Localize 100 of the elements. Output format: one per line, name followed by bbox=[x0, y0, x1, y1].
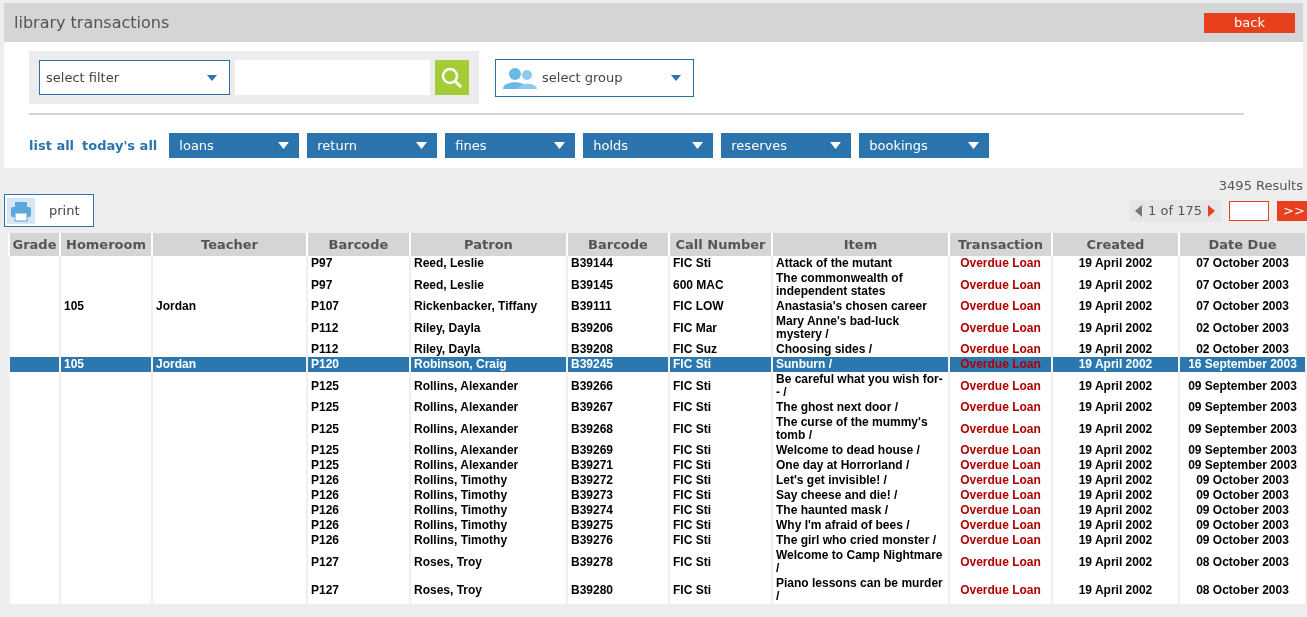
filter-link[interactable]: today's all bbox=[82, 135, 158, 156]
column-header[interactable]: Transaction bbox=[948, 233, 1051, 256]
table-row[interactable]: P126 Rollins, Timothy B39275 FIC Sti Why I'm afraid of bees / Overdue Loan 19 April 2002 09 October 2003 bbox=[8, 518, 1305, 533]
table-cell: B39111 bbox=[571, 299, 612, 313]
group-select[interactable]: select group bbox=[495, 59, 694, 97]
table-cell: B39145 bbox=[571, 277, 614, 292]
table-cell: Riley, Dayla bbox=[414, 342, 481, 356]
table-row[interactable]: P126 Rollins, Timothy B39272 FIC Sti Let's get invisible! / Overdue Loan 19 April 2002 09 October 2003 bbox=[8, 473, 1305, 488]
table-row[interactable]: P127 Roses, Troy B39280 FIC Sti Piano lessons can be murder / Overdue Loan 19 April 2002 08 October 2003 bbox=[8, 576, 1305, 604]
table-cell: 09 October 2003 bbox=[1196, 488, 1289, 502]
status-text: Overdue Loan bbox=[960, 342, 1041, 356]
page-title: library transactions bbox=[14, 11, 170, 34]
table-row[interactable]: P125 Rollins, Alexander B39266 FIC Sti Be careful what you wish for-- / Overdue Loan 19 April 2002 09 September 2003 bbox=[8, 372, 1305, 400]
table-cell: 19 April 2002 bbox=[1078, 443, 1153, 457]
table-cell: Rollins, Alexander bbox=[414, 443, 519, 457]
left-arrow-icon bbox=[1135, 204, 1143, 217]
table-cell: Piano lessons can be murder / bbox=[776, 576, 943, 603]
table-cell: 19 April 2002 bbox=[1078, 299, 1153, 313]
table-cell: 105 bbox=[64, 357, 85, 371]
table-cell: 09 October 2003 bbox=[1196, 503, 1289, 517]
table-row[interactable]: P125 Rollins, Alexander B39267 FIC Sti The ghost next door / Overdue Loan 19 April 2002 09 September 2003 bbox=[8, 400, 1305, 415]
table-cell: B39274 bbox=[571, 503, 614, 517]
column-header[interactable]: Teacher bbox=[151, 233, 306, 256]
page-number-field[interactable] bbox=[1229, 200, 1269, 221]
caret-icon bbox=[554, 142, 566, 149]
table-cell: B39273 bbox=[571, 488, 614, 502]
table-cell: Let's get invisible! / bbox=[776, 473, 887, 487]
table-row[interactable]: P126 Rollins, Timothy B39273 FIC Sti Say cheese and die! / Overdue Loan 19 April 2002 09 October 2003 bbox=[8, 488, 1305, 503]
table-row[interactable]: P97 Reed, Leslie B39145 600 MAC The commonwealth of independent states Overdue Loan 19 April 2002 07 October 2003 bbox=[8, 271, 1305, 299]
table-cell: B39276 bbox=[571, 533, 614, 547]
status-text: Overdue Loan bbox=[960, 256, 1041, 270]
table-cell: Rollins, Alexander bbox=[414, 421, 519, 436]
table-cell: P97 bbox=[311, 256, 333, 270]
status-text: Overdue Loan bbox=[960, 378, 1041, 393]
people-icon bbox=[502, 67, 538, 89]
table-row[interactable]: 105 Jordan P107 Rickenbacker, Tiffany B39111 FIC LOW Anastasia's chosen career Overdue Loan 19 April 2002 07 October 2003 bbox=[8, 299, 1305, 314]
column-header[interactable]: Barcode bbox=[566, 233, 668, 256]
table-row[interactable]: P125 Rollins, Alexander B39269 FIC Sti Welcome to dead house / Overdue Loan 19 April 2002 09 September 2003 bbox=[8, 443, 1305, 458]
table-cell: 19 April 2002 bbox=[1078, 277, 1153, 292]
column-header[interactable]: Item bbox=[771, 233, 948, 256]
status-text: Overdue Loan bbox=[960, 518, 1041, 532]
dropdown-button[interactable]: return bbox=[307, 133, 438, 158]
table-cell: B39280 bbox=[571, 582, 614, 597]
table-cell: 09 September 2003 bbox=[1188, 421, 1297, 436]
table-cell: Robinson, Craig bbox=[414, 357, 507, 371]
column-header[interactable]: Barcode bbox=[306, 233, 409, 256]
table-cell: Rollins, Timothy bbox=[414, 533, 508, 547]
table-cell: The haunted mask / bbox=[776, 503, 889, 517]
column-header[interactable]: Date Due bbox=[1178, 233, 1305, 256]
column-header[interactable]: Created bbox=[1051, 233, 1178, 256]
search-button[interactable] bbox=[435, 60, 469, 95]
table-cell: Riley, Dayla bbox=[414, 320, 481, 335]
back-button[interactable]: back bbox=[1204, 12, 1295, 33]
table-cell: 19 April 2002 bbox=[1078, 503, 1153, 517]
caret-icon bbox=[416, 142, 428, 149]
table-cell: P107 bbox=[311, 299, 340, 313]
table-row[interactable]: P97 Reed, Leslie B39144 FIC Sti Attack of the mutant Overdue Loan 19 April 2002 07 October 2003 bbox=[8, 256, 1305, 271]
column-header[interactable]: Patron bbox=[409, 233, 566, 256]
dropdown-button[interactable]: loans bbox=[169, 133, 300, 158]
filter-link[interactable]: list all bbox=[29, 135, 75, 156]
table-cell: Rickenbacker, Tiffany bbox=[414, 299, 538, 313]
table-cell: B39144 bbox=[571, 256, 614, 270]
next-page-button[interactable] bbox=[1206, 204, 1217, 217]
table-row[interactable]: P125 Rollins, Alexander B39268 FIC Sti The curse of the mummy's tomb / Overdue Loan 19 April 2002 09 September 2003 bbox=[8, 415, 1305, 443]
dropdown-button[interactable]: holds bbox=[583, 133, 714, 158]
table-cell: FIC Sti bbox=[673, 533, 711, 547]
table-row[interactable]: P127 Roses, Troy B39278 FIC Sti Welcome to Camp Nightmare / Overdue Loan 19 April 2002 08 October 2003 bbox=[8, 548, 1305, 576]
status-text: Overdue Loan bbox=[960, 421, 1041, 436]
page-indicator: 1 of 175 bbox=[1148, 201, 1202, 220]
table-cell: 09 September 2003 bbox=[1188, 378, 1297, 393]
table-row[interactable]: P125 Rollins, Alexander B39271 FIC Sti One day at Horrorland / Overdue Loan 19 April 2002 09 September 2003 bbox=[8, 458, 1305, 473]
table-cell: 08 October 2003 bbox=[1196, 582, 1289, 597]
column-header[interactable]: Call Number bbox=[668, 233, 771, 256]
dropdown-button[interactable]: fines bbox=[445, 133, 576, 158]
print-button[interactable]: print bbox=[4, 194, 94, 227]
column-header[interactable]: Grade bbox=[8, 233, 59, 256]
table-cell: 07 October 2003 bbox=[1196, 256, 1289, 270]
table-row[interactable]: P112 Riley, Dayla B39206 FIC Mar Mary Anne's bad-luck mystery / Overdue Loan 19 April 2002 02 October 2003 bbox=[8, 314, 1305, 342]
status-text: Overdue Loan bbox=[960, 488, 1041, 502]
column-header[interactable]: Homeroom bbox=[59, 233, 151, 256]
table-row[interactable]: 105 Jordan P120 Robinson, Craig B39245 FIC Sti Sunburn / Overdue Loan 19 April 2002 16 September 2003 bbox=[8, 357, 1305, 372]
table-row[interactable]: P126 Rollins, Timothy B39276 FIC Sti The girl who cried monster / Overdue Loan 19 April 2002 09 October 2003 bbox=[8, 533, 1305, 548]
caret-icon bbox=[207, 74, 217, 81]
table-cell: Why I'm afraid of bees / bbox=[776, 518, 910, 532]
table-cell: P97 bbox=[311, 277, 333, 292]
table-cell: Jordan bbox=[156, 357, 196, 371]
table-cell: Rollins, Timothy bbox=[414, 488, 508, 502]
go-button[interactable]: >> bbox=[1277, 200, 1307, 221]
table-cell: P125 bbox=[311, 443, 340, 457]
table-cell: 02 October 2003 bbox=[1196, 342, 1289, 356]
table-cell: 09 September 2003 bbox=[1188, 443, 1297, 457]
filter-select[interactable]: select filter bbox=[39, 60, 230, 95]
status-text: Overdue Loan bbox=[960, 299, 1041, 313]
table-row[interactable]: P126 Rollins, Timothy B39274 FIC Sti The haunted mask / Overdue Loan 19 April 2002 09 October 2003 bbox=[8, 503, 1305, 518]
table-cell: Jordan bbox=[156, 299, 196, 313]
dropdown-button[interactable]: bookings bbox=[859, 133, 990, 158]
dropdown-button[interactable]: reserves bbox=[721, 133, 852, 158]
table-cell: B39271 bbox=[571, 458, 614, 472]
table-cell: Rollins, Alexander bbox=[414, 458, 519, 472]
status-text: Overdue Loan bbox=[960, 443, 1041, 457]
